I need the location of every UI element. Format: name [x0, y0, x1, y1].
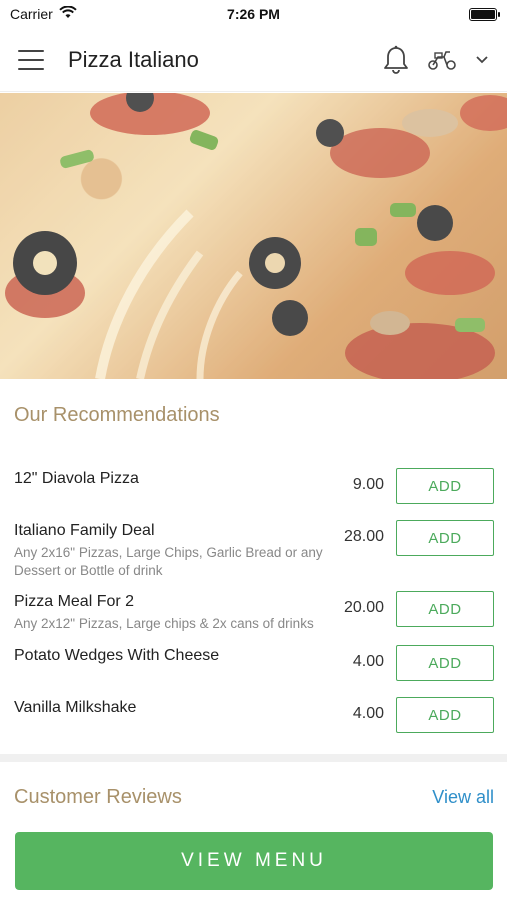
item-description: Any 2x12" Pizzas, Large chips & 2x cans …: [14, 616, 314, 631]
item-description: Any 2x16" Pizzas, Large Chips, Garlic Br…: [14, 545, 323, 578]
scooter-icon[interactable]: [427, 49, 457, 71]
add-button[interactable]: ADD: [396, 645, 494, 681]
battery-icon: [469, 7, 500, 21]
page-title: Pizza Italiano: [68, 46, 199, 72]
item-price: 28.00: [343, 528, 384, 545]
status-bar: Carrier 7:26 PM: [0, 0, 507, 28]
add-button[interactable]: ADD: [396, 591, 494, 627]
nav-icons: [383, 45, 489, 75]
hamburger-menu-icon[interactable]: [18, 49, 44, 70]
view-menu-button[interactable]: VIEW MENU: [15, 832, 493, 890]
reviews-title: Customer Reviews: [14, 786, 182, 808]
add-button[interactable]: ADD: [396, 697, 494, 733]
item-name: 12" Diavola Pizza: [14, 470, 139, 487]
item-name: Vanilla Milkshake: [14, 699, 137, 716]
nav-bar: Pizza Italiano: [0, 28, 507, 92]
hero-pizza-image: [0, 93, 507, 379]
item-price: 4.00: [352, 653, 384, 670]
item-price: 4.00: [352, 705, 384, 722]
add-button[interactable]: ADD: [396, 520, 494, 556]
view-all-link[interactable]: View all: [432, 787, 494, 808]
recommendations-title: Our Recommendations: [14, 404, 220, 426]
item-name: Pizza Meal For 2: [14, 593, 135, 610]
bell-icon[interactable]: [383, 45, 409, 75]
chevron-down-icon[interactable]: [475, 55, 489, 65]
item-price: 20.00: [343, 599, 384, 616]
item-name: Italiano Family Deal: [14, 522, 155, 539]
item-name: Potato Wedges With Cheese: [14, 647, 220, 664]
status-time: 7:26 PM: [227, 6, 280, 22]
add-button[interactable]: ADD: [396, 468, 494, 504]
section-divider: [0, 754, 507, 762]
item-price: 9.00: [352, 476, 384, 493]
